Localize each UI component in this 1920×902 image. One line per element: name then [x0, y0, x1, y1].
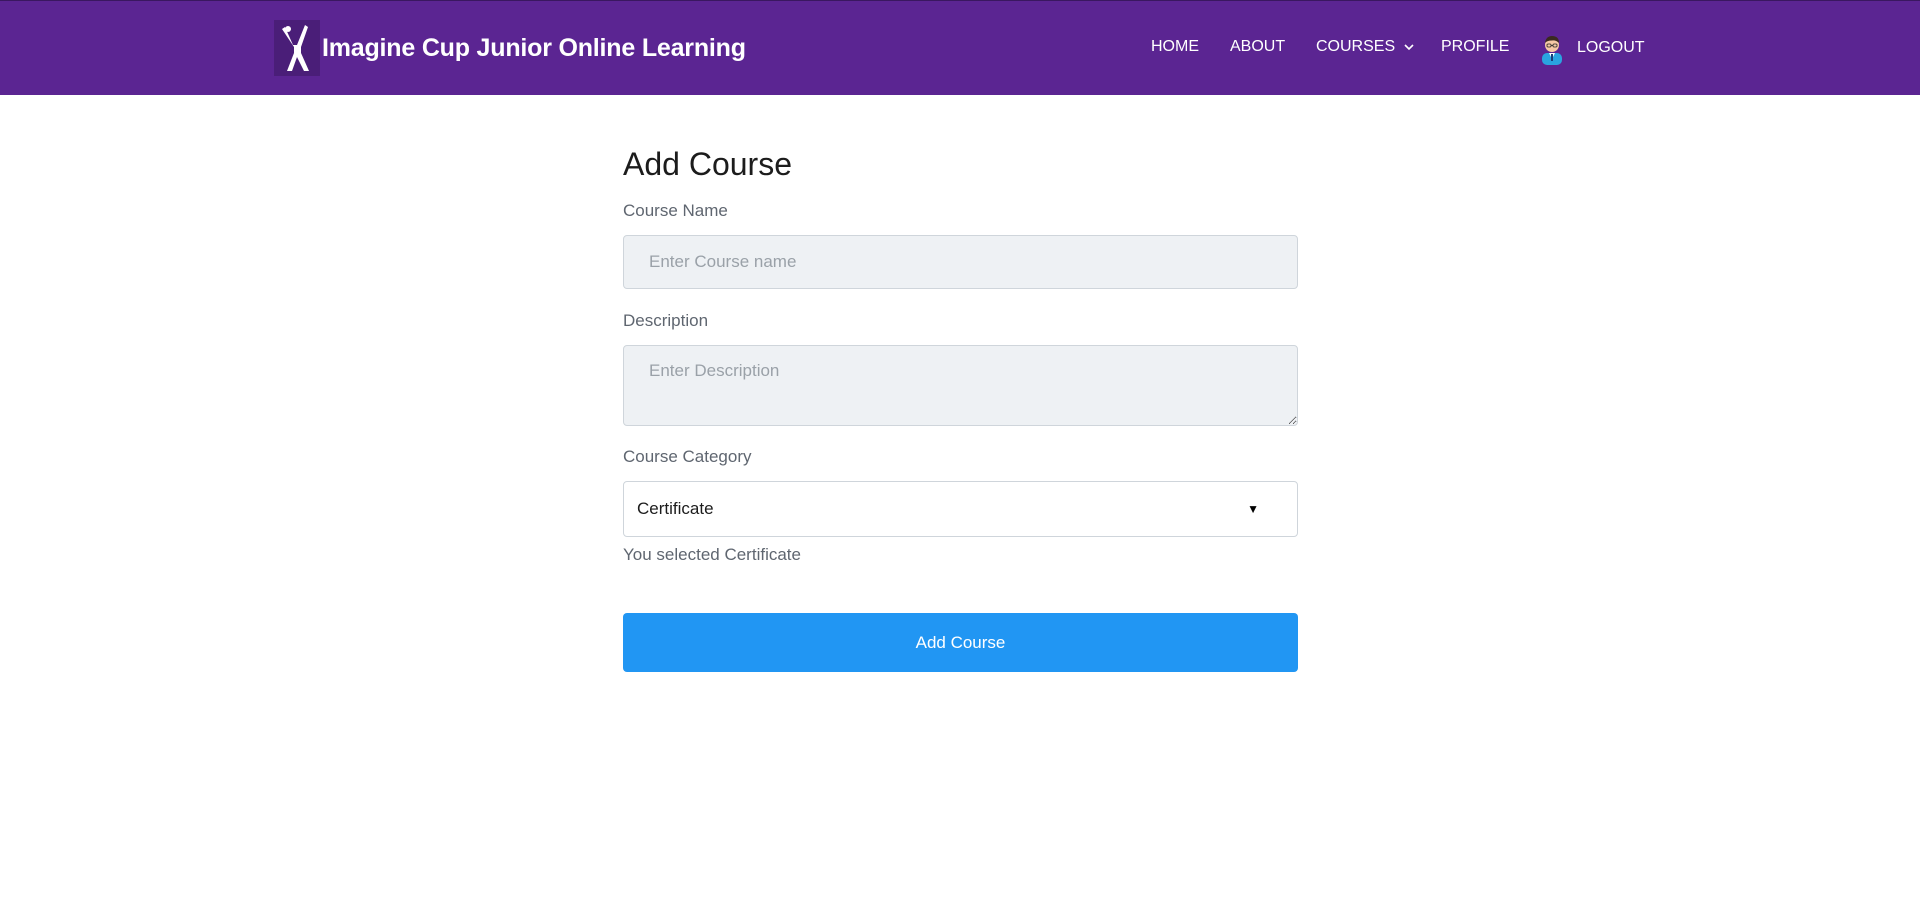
- add-course-form: Add Course Course Name Description Cours…: [623, 140, 1298, 672]
- course-category-select[interactable]: Certificate ▼: [623, 481, 1298, 537]
- nav-courses-label: COURSES: [1316, 38, 1396, 55]
- nav-profile-link[interactable]: PROFILE: [1441, 38, 1509, 56]
- course-category-selected-value: Certificate: [637, 499, 714, 518]
- nav-about-link[interactable]: ABOUT: [1230, 38, 1285, 56]
- dropdown-arrow-icon: ▼: [1247, 502, 1259, 516]
- description-textarea[interactable]: [623, 345, 1298, 426]
- description-label: Description: [623, 311, 709, 330]
- top-navbar: Imagine Cup Junior Online Learning HOME …: [0, 0, 1920, 95]
- add-course-button[interactable]: Add Course: [623, 613, 1298, 672]
- nav-home-link[interactable]: HOME: [1151, 38, 1199, 56]
- selected-category-note: You selected Certificate: [623, 545, 801, 564]
- page-title: Add Course: [623, 146, 792, 182]
- nav-courses-dropdown[interactable]: COURSES: [1316, 38, 1414, 56]
- nav-logout-link[interactable]: LOGOUT: [1535, 31, 1645, 65]
- user-avatar-icon: [1535, 31, 1569, 65]
- chevron-down-icon: [1404, 38, 1414, 56]
- imagine-cup-logo-icon: [274, 20, 320, 76]
- course-name-input[interactable]: [623, 235, 1298, 289]
- course-category-label: Course Category: [623, 447, 752, 466]
- course-name-label: Course Name: [623, 201, 728, 220]
- brand-link[interactable]: Imagine Cup Junior Online Learning: [274, 19, 746, 77]
- nav-logout-label: LOGOUT: [1577, 39, 1645, 56]
- brand-name: Imagine Cup Junior Online Learning: [322, 33, 746, 62]
